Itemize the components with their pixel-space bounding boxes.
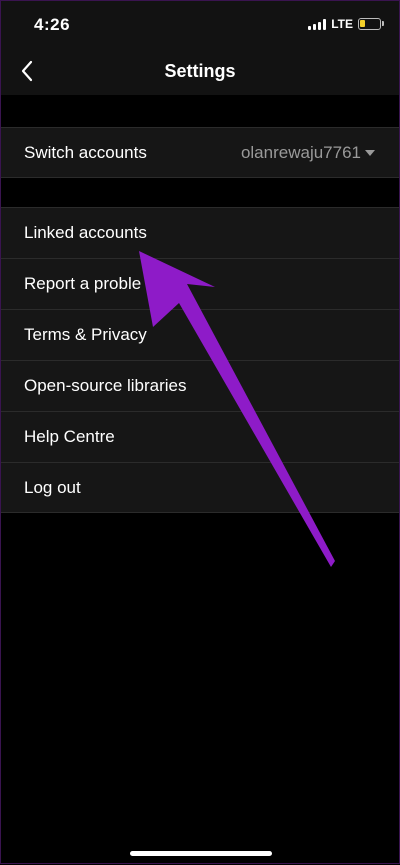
page-title: Settings <box>164 61 236 81</box>
caret-down-icon <box>365 150 375 156</box>
menu-item-log-out[interactable]: Log out <box>1 462 399 513</box>
navigation-bar: Settings <box>1 47 399 95</box>
switch-accounts-row[interactable]: Switch accounts olanrewaju7761 <box>1 127 399 178</box>
menu-item-report-a-problem[interactable]: Report a proble <box>1 258 399 309</box>
menu-item-label: Terms & Privacy <box>24 325 147 344</box>
status-bar: 4:26 LTE <box>1 1 399 47</box>
menu-item-label: Linked accounts <box>24 223 147 242</box>
menu-item-help-centre[interactable]: Help Centre <box>1 411 399 462</box>
settings-menu: Linked accounts Report a proble Terms & … <box>1 207 399 513</box>
menu-item-label: Report a proble <box>24 274 142 293</box>
home-indicator <box>130 851 272 856</box>
menu-item-terms-privacy[interactable]: Terms & Privacy <box>1 309 399 360</box>
switch-accounts-label: Switch accounts <box>24 142 147 162</box>
status-time: 4:26 <box>34 15 71 34</box>
menu-item-label: Open-source libraries <box>24 376 187 395</box>
menu-item-label: Log out <box>24 477 81 497</box>
battery-level <box>360 20 365 27</box>
signal-icon <box>308 18 327 30</box>
account-name: olanrewaju7761 <box>240 142 361 162</box>
account-selector[interactable]: olanrewaju7761 <box>241 128 375 177</box>
menu-item-label: Help Centre <box>24 427 115 446</box>
menu-item-open-source-libraries[interactable]: Open-source libraries <box>1 360 399 411</box>
menu-item-linked-accounts[interactable]: Linked accounts <box>1 207 399 258</box>
network-label: LTE <box>331 17 353 31</box>
account-group: Switch accounts olanrewaju7761 <box>1 127 399 178</box>
status-indicators: LTE <box>308 17 384 31</box>
battery-icon <box>358 18 384 30</box>
